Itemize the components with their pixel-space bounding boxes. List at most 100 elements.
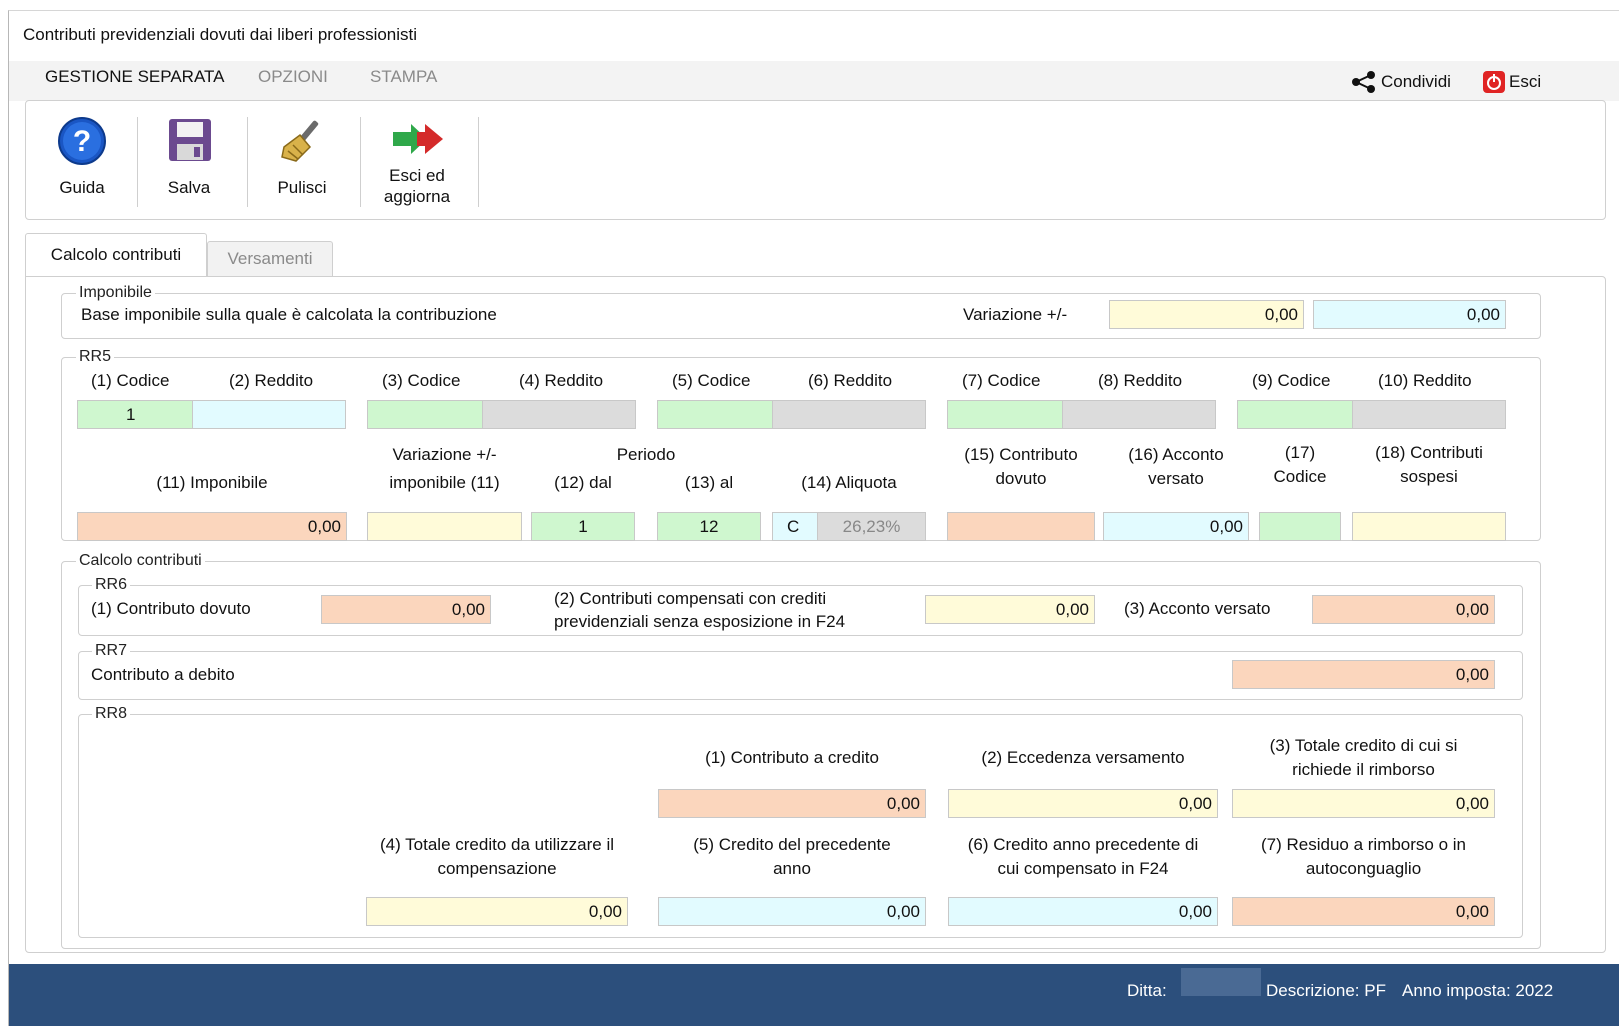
- rr5-reddito-4-field: [482, 400, 636, 429]
- menu-gestione-separata[interactable]: GESTIONE SEPARATA: [45, 67, 224, 87]
- rr5-sospesi-field[interactable]: [1352, 512, 1506, 541]
- rr5-codice-17-label-2: Codice: [1273, 467, 1327, 486]
- save-label: Salva: [167, 178, 211, 197]
- toolbar-separator: [478, 117, 479, 207]
- rr5-codice-3-field[interactable]: [367, 400, 483, 429]
- menu-stampa[interactable]: STAMPA: [370, 67, 437, 87]
- rr6-compensati-field[interactable]: 0,00: [925, 595, 1095, 624]
- rr6-acconto-label: (3) Acconto versato: [1124, 599, 1271, 618]
- toolbar-separator: [247, 117, 248, 207]
- rr5-codice-9-header: (9) Codice: [1252, 371, 1331, 390]
- rr5-imponibile-11-field: 0,00: [77, 512, 347, 541]
- help-label: Guida: [59, 178, 105, 197]
- rr5-reddito-2-field[interactable]: [192, 400, 346, 429]
- rr8-precedente-field[interactable]: 0,00: [658, 897, 926, 926]
- rr5-codice-17-field[interactable]: [1259, 512, 1341, 541]
- rr5-reddito-8-field: [1062, 400, 1216, 429]
- rr5-acconto-versato-field[interactable]: 0,00: [1103, 512, 1249, 541]
- exit-button[interactable]: Esci: [1483, 71, 1541, 93]
- rr6-dovuto-label: (1) Contributo dovuto: [91, 599, 251, 618]
- rr5-acconto-label-2: versato: [1148, 469, 1204, 488]
- rr5-reddito-6-field: [772, 400, 926, 429]
- rr5-codice-5-header: (5) Codice: [672, 371, 751, 390]
- rr5-dal-field[interactable]: 1: [531, 512, 635, 541]
- toolbar: ? Guida Salva Pulisci Esci ed aggiorna: [25, 100, 1606, 220]
- save-icon: [169, 119, 211, 161]
- help-button[interactable]: ? Guida: [48, 101, 116, 219]
- rr8-compensazione-label-1: (4) Totale credito da utilizzare il: [379, 835, 614, 854]
- rr5-variazione-label-2: imponibile (11): [389, 473, 500, 492]
- clean-button[interactable]: Pulisci: [264, 101, 340, 219]
- toolbar-separator: [360, 117, 361, 207]
- rr6-legend: RR6: [92, 576, 131, 594]
- status-ditta-value: [1181, 968, 1261, 996]
- rr5-reddito-2-header: (2) Reddito: [229, 371, 314, 390]
- rr8-compensazione-field[interactable]: 0,00: [366, 897, 628, 926]
- menu-opzioni[interactable]: OPZIONI: [258, 67, 328, 87]
- toolbar-separator: [137, 117, 138, 207]
- rr5-sospesi-label-1: (18) Contributi: [1375, 443, 1483, 462]
- rr5-periodo-label: Periodo: [616, 445, 676, 464]
- window-title: Contributi previdenziali dovuti dai libe…: [23, 25, 418, 44]
- power-icon: [1483, 71, 1505, 93]
- rr8-residuo-label-1: (7) Residuo a rimborso o in: [1260, 835, 1467, 854]
- share-label: Condividi: [1381, 72, 1451, 91]
- exit-update-label-1: Esci ed: [389, 166, 445, 185]
- share-button[interactable]: Condividi: [1351, 71, 1451, 93]
- status-descrizione: Descrizione: PF: [1266, 981, 1386, 1000]
- save-button[interactable]: Salva: [154, 101, 224, 219]
- calcolo-panel: Imponibile Base imponibile sulla quale è…: [25, 276, 1606, 953]
- rr8-f24-field[interactable]: 0,00: [948, 897, 1218, 926]
- imponibile-base-label: Base imponibile sulla quale è calcolata …: [81, 305, 497, 324]
- calcolo-legend: Calcolo contributi: [76, 552, 205, 570]
- exit-update-button[interactable]: Esci ed aggiorna: [374, 101, 460, 219]
- rr8-rimborso-label-1: (3) Totale credito di cui si: [1269, 736, 1458, 755]
- rr8-precedente-label-2: anno: [773, 859, 811, 878]
- rr7-debito-label: Contributo a debito: [91, 665, 235, 684]
- rr5-aliquota-code-field[interactable]: C: [772, 512, 818, 541]
- imponibile-total-field: 0,00: [1313, 300, 1506, 329]
- svg-text:?: ?: [73, 125, 91, 158]
- rr5-reddito-10-field: [1352, 400, 1506, 429]
- rr5-al-field[interactable]: 12: [657, 512, 761, 541]
- status-anno-imposta: Anno imposta: 2022: [1402, 981, 1554, 1000]
- rr8-eccedenza-field[interactable]: 0,00: [948, 789, 1218, 818]
- status-ditta-label: Ditta:: [1127, 981, 1167, 1000]
- rr5-codice-9-field[interactable]: [1237, 400, 1353, 429]
- rr6-compensati-label-2: previdenziali senza esposizione in F24: [554, 612, 846, 631]
- rr5-codice-17-label-1: (17): [1284, 443, 1316, 462]
- tab-versamenti[interactable]: Versamenti: [207, 241, 333, 276]
- rr5-variazione-field[interactable]: [367, 512, 522, 541]
- rr5-codice-1-field[interactable]: 1: [77, 400, 193, 429]
- rr5-aliquota-value-field: 26,23%: [817, 512, 926, 541]
- rr6-acconto-field: 0,00: [1312, 595, 1495, 624]
- rr5-reddito-6-header: (6) Reddito: [808, 371, 893, 390]
- rr8-eccedenza-label: (2) Eccedenza versamento: [981, 748, 1185, 767]
- rr7-legend: RR7: [92, 642, 131, 660]
- rr5-legend: RR5: [76, 348, 115, 366]
- help-icon: ?: [58, 117, 106, 165]
- rr8-residuo-field: 0,00: [1232, 897, 1495, 926]
- rr8-compensazione-label-2: compensazione: [437, 859, 557, 878]
- rr5-imponibile-11-label: (11) Imponibile: [156, 473, 268, 492]
- rr8-rimborso-field[interactable]: 0,00: [1232, 789, 1495, 818]
- exit-label: Esci: [1509, 72, 1542, 91]
- rr5-codice-5-field[interactable]: [657, 400, 773, 429]
- rr5-codice-7-field[interactable]: [947, 400, 1063, 429]
- rr6-dovuto-field: 0,00: [321, 595, 491, 624]
- rr5-contributo-label-2: dovuto: [995, 469, 1047, 488]
- rr5-al-label: (13) al: [684, 473, 734, 492]
- clean-label: Pulisci: [277, 178, 327, 197]
- tab-calcolo-contributi[interactable]: Calcolo contributi: [25, 233, 207, 276]
- share-icon: [1352, 71, 1375, 93]
- imponibile-variazione-field[interactable]: 0,00: [1109, 300, 1304, 329]
- exit-update-label-2: aggiorna: [383, 187, 451, 206]
- main-window: Contributi previdenziali dovuti dai libe…: [8, 10, 1619, 1026]
- rr5-variazione-label-1: Variazione +/-: [392, 445, 497, 464]
- rr5-contributo-dovuto-field: [947, 512, 1095, 541]
- broom-icon: [281, 120, 319, 162]
- rr8-residuo-label-2: autoconguaglio: [1305, 859, 1422, 878]
- imponibile-variazione-label: Variazione +/-: [963, 305, 1068, 324]
- rr8-f24-label-2: cui compensato in F24: [997, 859, 1169, 878]
- rr5-codice-3-header: (3) Codice: [382, 371, 461, 390]
